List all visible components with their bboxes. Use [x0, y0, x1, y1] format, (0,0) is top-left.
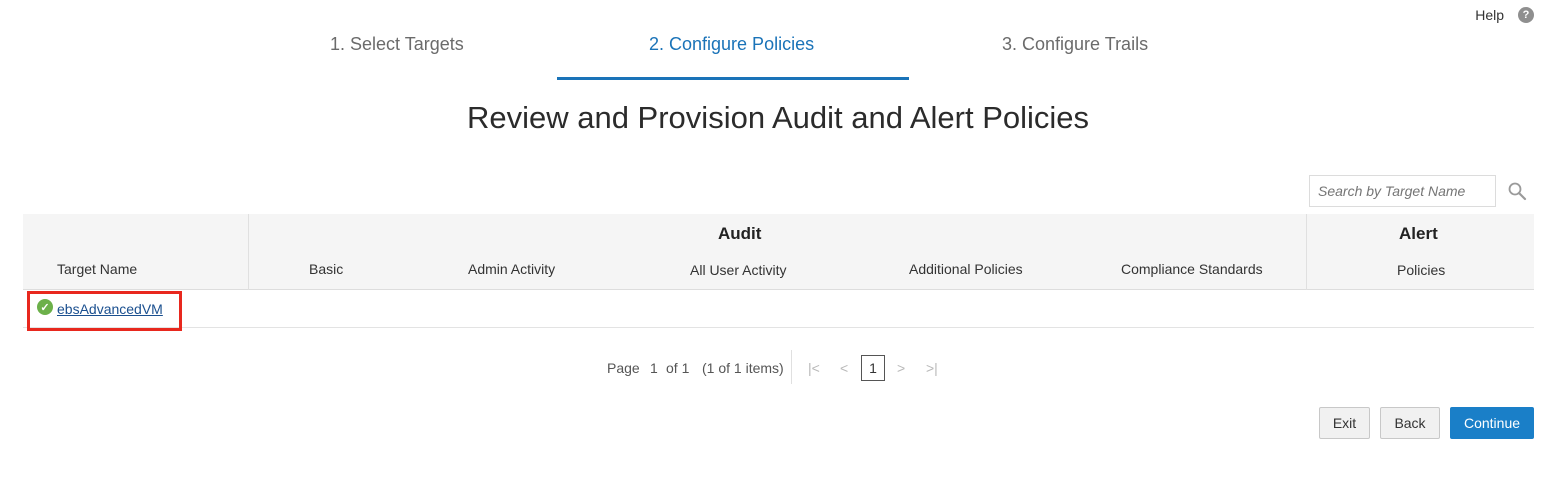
group-header-audit: Audit	[718, 224, 762, 243]
search-icon[interactable]	[1507, 181, 1529, 201]
first-page-icon[interactable]: |<	[808, 360, 820, 376]
col-admin-activity[interactable]: Admin Activity	[468, 261, 555, 277]
next-page-icon[interactable]: >	[897, 360, 905, 376]
active-step-indicator	[557, 77, 909, 80]
step-select-targets[interactable]: 1. Select Targets	[330, 34, 464, 55]
target-link[interactable]: ebsAdvancedVM	[57, 301, 163, 317]
search-input[interactable]	[1309, 175, 1496, 207]
page-total: of 1	[666, 360, 690, 376]
col-compliance-standards[interactable]: Compliance Standards	[1121, 261, 1263, 277]
col-target-name[interactable]: Target Name	[57, 261, 137, 277]
page-label: Page	[607, 360, 640, 376]
back-button[interactable]: Back	[1380, 407, 1440, 439]
last-page-icon[interactable]: >|	[926, 360, 938, 376]
pager-divider	[791, 350, 792, 384]
page-title: Review and Provision Audit and Alert Pol…	[466, 100, 1090, 135]
col-all-user-activity[interactable]: All User Activity	[690, 262, 786, 278]
column-divider	[1306, 214, 1307, 290]
page-number-box[interactable]: 1	[861, 355, 885, 381]
exit-button[interactable]: Exit	[1319, 407, 1370, 439]
prev-page-icon[interactable]: <	[840, 360, 848, 376]
continue-button[interactable]: Continue	[1450, 407, 1534, 439]
table-row: ✓ ebsAdvancedVM	[23, 290, 1534, 328]
items-count: (1 of 1 items)	[702, 360, 784, 376]
column-divider	[248, 214, 249, 290]
group-header-alert: Alert	[1399, 224, 1438, 243]
step-configure-policies[interactable]: 2. Configure Policies	[649, 34, 814, 55]
col-policies[interactable]: Policies	[1397, 262, 1445, 278]
col-additional-policies[interactable]: Additional Policies	[909, 261, 1023, 277]
col-basic[interactable]: Basic	[309, 261, 343, 277]
step-configure-trails[interactable]: 3. Configure Trails	[1002, 34, 1148, 55]
wizard-steps: 1. Select Targets 2. Configure Policies …	[0, 0, 1548, 80]
table-header: Target Name Audit Basic Admin Activity A…	[23, 214, 1534, 290]
current-page: 1	[650, 360, 658, 376]
check-circle-icon: ✓	[37, 299, 53, 315]
pagination: Page 1 of 1 (1 of 1 items) |< < 1 > >|	[0, 350, 1548, 386]
policies-table: Target Name Audit Basic Admin Activity A…	[23, 214, 1534, 328]
